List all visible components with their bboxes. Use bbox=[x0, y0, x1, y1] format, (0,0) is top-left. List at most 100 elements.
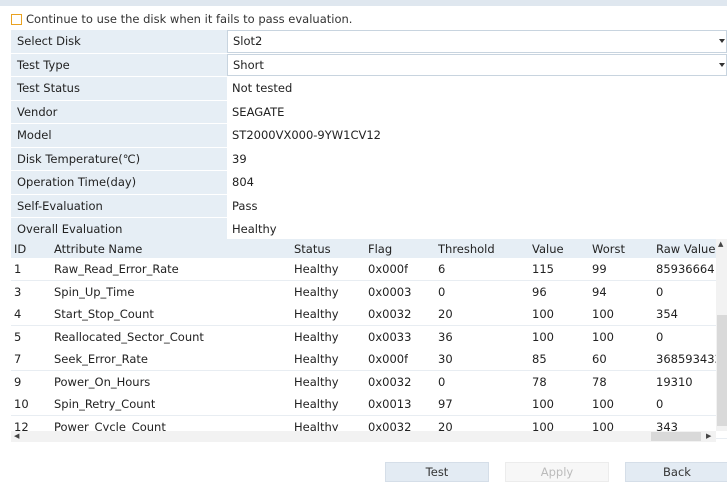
cell-status: Healthy bbox=[294, 329, 339, 344]
horizontal-scroll-thumb[interactable] bbox=[651, 432, 701, 441]
cell-status: Healthy bbox=[294, 352, 339, 366]
table-row[interactable]: 4 Start_Stop_Count Healthy 0x0032 20 100 100 35… bbox=[11, 303, 727, 326]
column-header-worst[interactable]: Worst bbox=[592, 239, 625, 258]
cell-flag: 0x0033 bbox=[368, 329, 412, 344]
cell-status: Healthy bbox=[294, 397, 339, 411]
select-disk-label: Select Disk bbox=[11, 30, 227, 53]
apply-button[interactable]: Apply bbox=[505, 462, 609, 482]
back-button[interactable]: Back bbox=[625, 462, 727, 482]
cell-id: 5 bbox=[14, 329, 22, 344]
cell-threshold: 0 bbox=[438, 284, 446, 299]
cell-value: 96 bbox=[532, 284, 547, 299]
cell-value: 100 bbox=[532, 329, 554, 344]
cell-attribute-name: Power_On_Hours bbox=[54, 374, 151, 389]
cell-value: 115 bbox=[532, 262, 554, 276]
table-row[interactable]: 10 Spin_Retry_Count Healthy 0x0013 97 100 100 0 bbox=[11, 393, 727, 416]
disk-temperature-label: Disk Temperature(℃) bbox=[11, 147, 227, 170]
scroll-right-icon[interactable]: ▶ bbox=[706, 432, 711, 441]
smart-attributes-table: ID Attribute Name Status Flag Threshold Value… bbox=[11, 239, 727, 442]
cell-threshold: 36 bbox=[438, 329, 453, 344]
operation-time-row: Operation Time(day) 804 bbox=[11, 171, 727, 195]
horizontal-scrollbar[interactable]: ◀ ▶ bbox=[11, 431, 716, 442]
model-label: Model bbox=[11, 124, 227, 147]
table-row[interactable]: 9 Power_On_Hours Healthy 0x0032 0 78 78 19310 bbox=[11, 370, 727, 394]
continue-checkbox-label: Continue to use the disk when it fails t… bbox=[26, 12, 353, 26]
cell-value: 100 bbox=[532, 307, 554, 321]
disk-temperature-row: Disk Temperature(℃) 39 bbox=[11, 147, 727, 171]
cell-flag: 0x0003 bbox=[368, 284, 412, 299]
cell-raw-value: 368593433 bbox=[656, 352, 716, 366]
vendor-row: Vendor SEAGATE bbox=[11, 100, 727, 124]
continue-checkbox-row[interactable]: Continue to use the disk when it fails t… bbox=[11, 11, 352, 27]
table-row[interactable]: 7 Seek_Error_Rate Healthy 0x000f 30 85 60 36859… bbox=[11, 348, 727, 371]
vendor-value: SEAGATE bbox=[232, 104, 285, 119]
test-type-dropdown[interactable]: Short bbox=[227, 53, 727, 76]
cell-worst: 78 bbox=[592, 374, 607, 389]
cell-worst: 99 bbox=[592, 262, 607, 276]
scroll-up-icon[interactable]: ▲ bbox=[718, 240, 723, 249]
cell-id: 4 bbox=[14, 307, 22, 321]
model-row: Model ST2000VX000-9YW1CV12 bbox=[11, 124, 727, 148]
cell-attribute-name: Raw_Read_Error_Rate bbox=[54, 262, 179, 276]
chevron-down-icon bbox=[719, 39, 725, 44]
table-row[interactable]: 1 Raw_Read_Error_Rate Healthy 0x000f 6 115 99 8… bbox=[11, 258, 727, 281]
cell-worst: 100 bbox=[592, 307, 614, 321]
cell-attribute-name: Seek_Error_Rate bbox=[54, 352, 149, 366]
cell-value: 100 bbox=[532, 397, 554, 411]
cell-worst: 60 bbox=[592, 352, 607, 366]
cell-raw-value: 0 bbox=[656, 284, 664, 299]
continue-checkbox[interactable] bbox=[11, 13, 22, 25]
select-disk-dropdown[interactable]: Slot2 bbox=[227, 30, 727, 53]
overall-evaluation-label: Overall Evaluation bbox=[11, 218, 227, 241]
cell-threshold: 20 bbox=[438, 307, 453, 321]
test-button[interactable]: Test bbox=[385, 462, 489, 482]
test-status-value: Not tested bbox=[232, 81, 293, 96]
table-row[interactable]: 3 Spin_Up_Time Healthy 0x0003 0 96 94 0 bbox=[11, 280, 727, 304]
column-header-status[interactable]: Status bbox=[294, 239, 331, 258]
column-header-id[interactable]: ID bbox=[14, 239, 26, 258]
column-header-flag[interactable]: Flag bbox=[368, 239, 392, 258]
disk-properties-form: Select Disk Slot2 Test Type Short Test S… bbox=[11, 30, 727, 242]
cell-threshold: 6 bbox=[438, 262, 446, 276]
cell-worst: 100 bbox=[592, 329, 614, 344]
operation-time-label: Operation Time(day) bbox=[11, 171, 227, 194]
model-value: ST2000VX000-9YW1CV12 bbox=[232, 128, 381, 143]
cell-status: Healthy bbox=[294, 307, 339, 321]
cell-flag: 0x000f bbox=[368, 352, 409, 366]
cell-raw-value: 0 bbox=[656, 329, 664, 344]
operation-time-value: 804 bbox=[232, 175, 254, 190]
overall-evaluation-row: Overall Evaluation Healthy bbox=[11, 218, 727, 242]
scroll-left-icon[interactable]: ◀ bbox=[14, 432, 19, 441]
column-header-raw-value[interactable]: Raw Value bbox=[656, 239, 715, 258]
cell-flag: 0x000f bbox=[368, 262, 409, 276]
top-border bbox=[0, 0, 727, 6]
select-disk-row: Select Disk Slot2 bbox=[11, 30, 727, 54]
test-type-value: Short bbox=[233, 57, 264, 72]
select-disk-value: Slot2 bbox=[233, 34, 263, 49]
cell-value: 78 bbox=[532, 374, 547, 389]
cell-worst: 100 bbox=[592, 397, 614, 411]
vertical-scroll-thumb[interactable] bbox=[717, 315, 727, 426]
test-status-row: Test Status Not tested bbox=[11, 77, 727, 101]
table-row[interactable]: 5 Reallocated_Sector_Count Healthy 0x0033 36… bbox=[11, 325, 727, 349]
cell-value: 85 bbox=[532, 352, 547, 366]
cell-id: 10 bbox=[14, 397, 29, 411]
self-evaluation-value: Pass bbox=[232, 198, 258, 213]
cell-threshold: 0 bbox=[438, 374, 446, 389]
test-type-row: Test Type Short bbox=[11, 53, 727, 77]
column-header-attribute-name[interactable]: Attribute Name bbox=[54, 239, 142, 258]
cell-status: Healthy bbox=[294, 374, 339, 389]
cell-flag: 0x0032 bbox=[368, 307, 412, 321]
disk-temperature-value: 39 bbox=[232, 151, 247, 166]
cell-threshold: 30 bbox=[438, 352, 453, 366]
test-status-label: Test Status bbox=[11, 77, 227, 100]
chevron-down-icon bbox=[719, 62, 725, 67]
column-header-threshold[interactable]: Threshold bbox=[438, 239, 495, 258]
vendor-label: Vendor bbox=[11, 100, 227, 123]
column-header-value[interactable]: Value bbox=[532, 239, 564, 258]
vertical-scrollbar[interactable]: ▲ bbox=[716, 239, 727, 431]
self-evaluation-row: Self-Evaluation Pass bbox=[11, 194, 727, 218]
cell-attribute-name: Reallocated_Sector_Count bbox=[54, 329, 204, 344]
cell-id: 9 bbox=[14, 374, 22, 389]
cell-attribute-name: Spin_Retry_Count bbox=[54, 397, 156, 411]
